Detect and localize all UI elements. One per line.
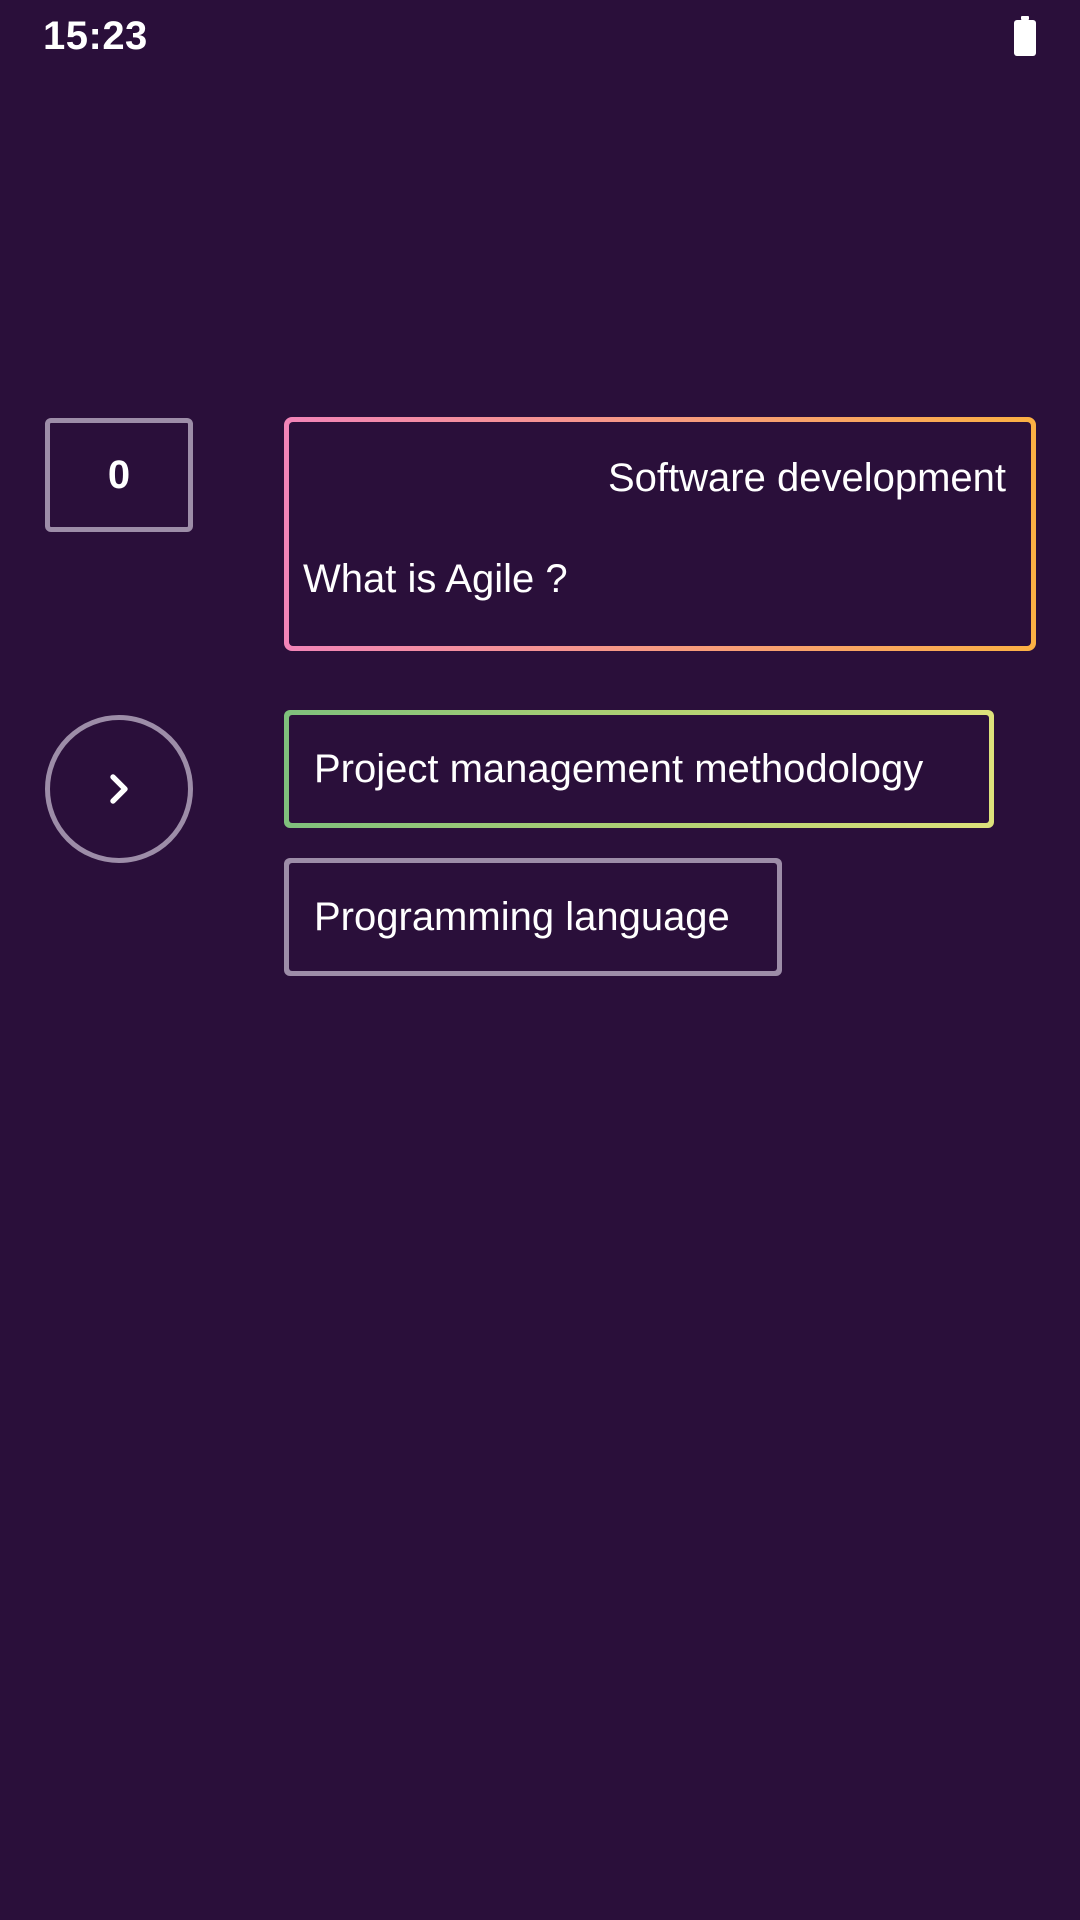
- battery-full-icon: [1014, 16, 1036, 56]
- question-text: What is Agile ?: [303, 557, 568, 601]
- question-category: Software development: [607, 456, 1006, 500]
- answer-option-2[interactable]: Programming language: [284, 858, 782, 976]
- chevron-right-icon: [110, 774, 128, 804]
- answer-option-1[interactable]: Project management methodology: [284, 710, 994, 828]
- status-time: 15:23: [43, 14, 148, 58]
- score-value: 0: [107, 452, 131, 497]
- answer-option-label: Programming language: [314, 894, 730, 939]
- answer-option-label: Project management methodology: [314, 746, 924, 791]
- next-button[interactable]: [45, 715, 193, 863]
- question-card: Software development What is Agile ?: [284, 417, 1036, 651]
- status-bar: 15:23: [0, 0, 1080, 78]
- score-counter: 0: [45, 418, 193, 532]
